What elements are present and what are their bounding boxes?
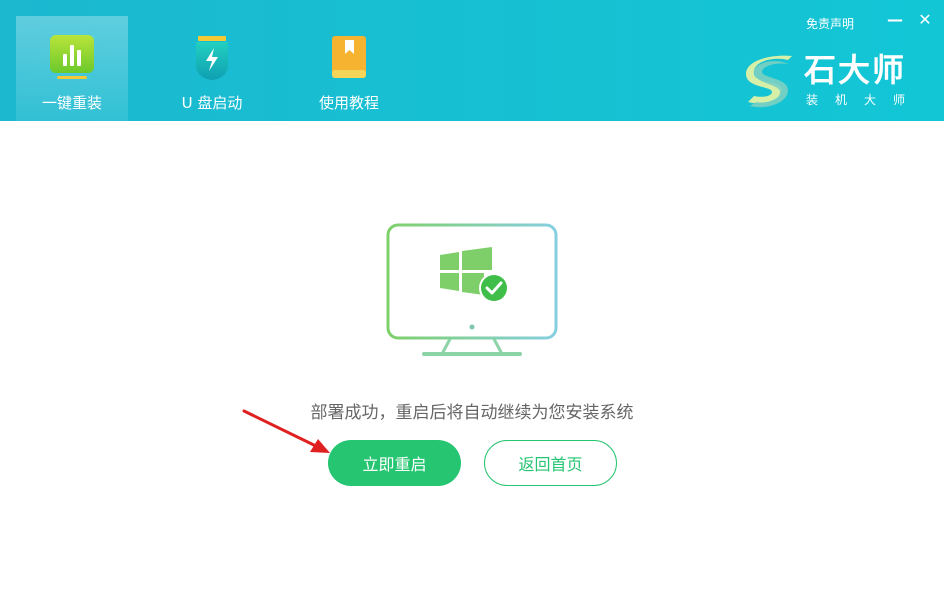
- usb-drive-icon: [192, 34, 232, 86]
- monitor-success-illustration: [384, 222, 560, 362]
- status-message: 部署成功，重启后将自动继续为您安装系统: [310, 403, 634, 423]
- brand-logo: 石大师 装机大师: [742, 50, 922, 116]
- restart-now-button[interactable]: 立即重启: [328, 440, 461, 486]
- pointer-arrow-icon: [242, 409, 330, 453]
- tab-label: 一键重装: [41, 94, 102, 112]
- check-circle-icon: [479, 273, 509, 303]
- brand-subtitle: 装机大师: [806, 93, 923, 107]
- bar-chart-icon: [49, 34, 95, 84]
- disclaimer-link[interactable]: 免责声明: [806, 15, 854, 32]
- minimize-button[interactable]: —: [884, 9, 906, 31]
- tab-label: U 盘启动: [181, 94, 243, 112]
- close-button[interactable]: ✕: [914, 9, 936, 31]
- top-bar: 一键重装 U 盘启动 使用教程 免责声明 — ✕ 石大师 装机大师: [0, 0, 944, 121]
- tab-usb-boot[interactable]: U 盘启动: [156, 16, 268, 121]
- brand-s-icon: [746, 55, 792, 108]
- book-icon: [329, 34, 369, 86]
- tab-one-click-reinstall[interactable]: 一键重装: [16, 16, 128, 121]
- brand-name: 石大师: [804, 51, 907, 89]
- tab-tutorial[interactable]: 使用教程: [293, 16, 405, 121]
- back-to-home-button[interactable]: 返回首页: [484, 440, 617, 486]
- tab-label: 使用教程: [318, 94, 379, 112]
